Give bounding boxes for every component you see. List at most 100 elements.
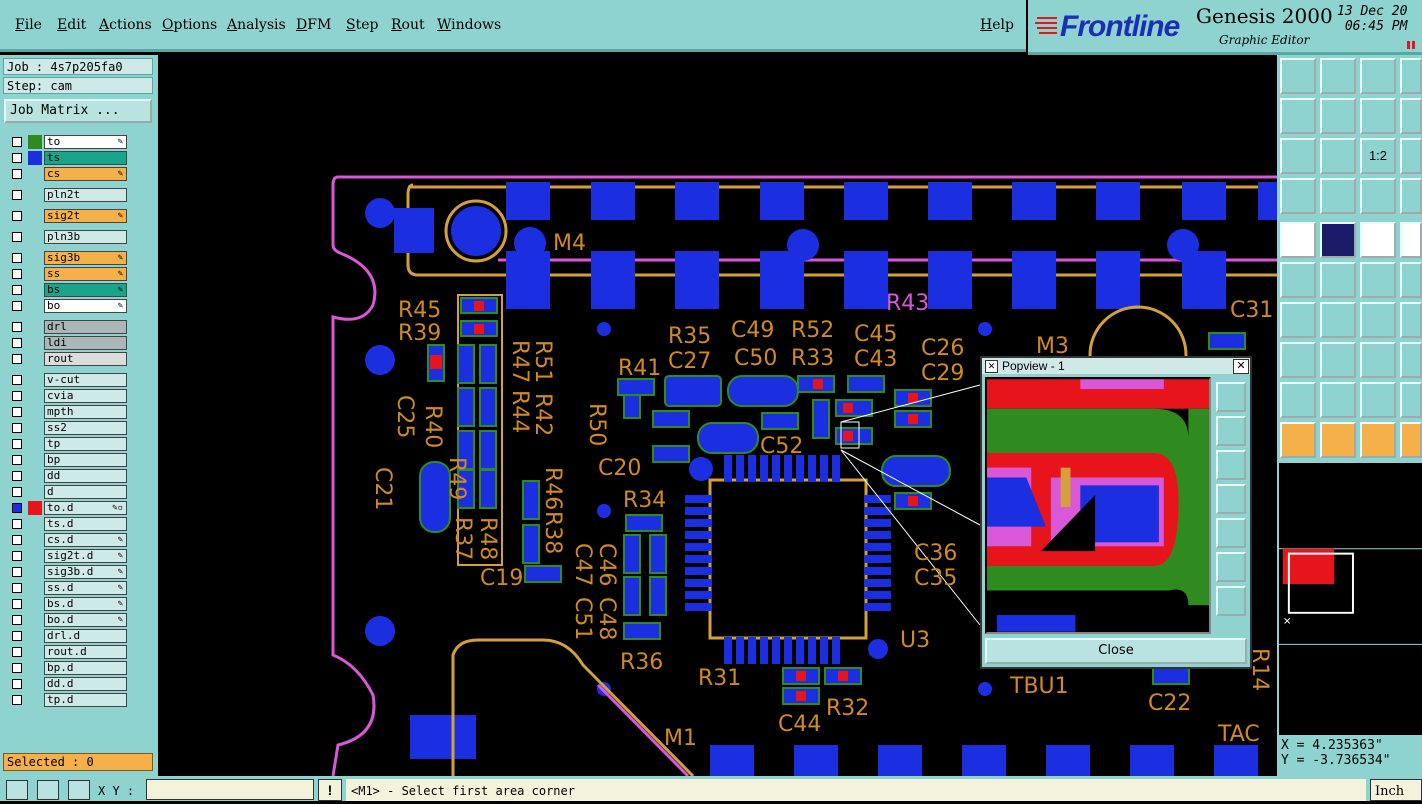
- layer-row[interactable]: cs.d ✎: [8, 533, 128, 547]
- layer-name[interactable]: bp: [44, 453, 127, 467]
- triangle-button[interactable]: [1280, 382, 1316, 418]
- toolbar-button[interactable]: [1400, 178, 1422, 214]
- layer-name[interactable]: bs.d ✎: [44, 597, 127, 611]
- layer-row[interactable]: bo.d ✎: [8, 613, 128, 627]
- slope-button[interactable]: [1320, 302, 1356, 338]
- layer-row[interactable]: mpth: [8, 405, 128, 419]
- layers-button[interactable]: [1360, 178, 1396, 214]
- layer-color-swatch[interactable]: [28, 437, 42, 451]
- layer-checkbox[interactable]: [12, 269, 22, 279]
- arc-button[interactable]: [1320, 382, 1356, 418]
- popview-pan-left-button[interactable]: [1216, 484, 1246, 514]
- layer-checkbox[interactable]: [12, 695, 22, 705]
- layer-color-swatch[interactable]: [28, 421, 42, 435]
- menu-step[interactable]: Step: [346, 17, 378, 33]
- layer-name[interactable]: ss ✎: [44, 267, 127, 281]
- layer-row[interactable]: bo ✎: [8, 299, 128, 313]
- layer-row[interactable]: tp: [8, 437, 128, 451]
- layer-row[interactable]: bs.d ✎: [8, 597, 128, 611]
- layer-color-swatch[interactable]: [28, 352, 42, 366]
- menu-options[interactable]: Options: [162, 17, 217, 33]
- delete-button[interactable]: [1320, 262, 1356, 298]
- layer-checkbox[interactable]: [12, 169, 22, 179]
- layer-color-swatch[interactable]: [28, 251, 42, 265]
- layer-color-swatch[interactable]: [28, 135, 42, 149]
- layer-row[interactable]: to.d ✎▫: [8, 501, 128, 515]
- layer-color-swatch[interactable]: [28, 693, 42, 707]
- layer-name[interactable]: cs.d ✎: [44, 533, 127, 547]
- layer-color-swatch[interactable]: [28, 320, 42, 334]
- select-feature-button[interactable]: [1280, 222, 1316, 258]
- layer-checkbox[interactable]: [12, 487, 22, 497]
- popview-zoom-out-button[interactable]: [1216, 586, 1246, 616]
- layer-checkbox[interactable]: [12, 631, 22, 641]
- layer-checkbox[interactable]: [12, 519, 22, 529]
- layer-name[interactable]: bo.d ✎: [44, 613, 127, 627]
- layer-name[interactable]: ts.d: [44, 517, 127, 531]
- layer-row[interactable]: bp: [8, 453, 128, 467]
- pointer-select-button[interactable]: [1320, 422, 1356, 458]
- layer-name[interactable]: ldi: [44, 336, 127, 350]
- layer-color-swatch[interactable]: [28, 469, 42, 483]
- toolbar-button[interactable]: [1400, 222, 1422, 258]
- menu-actions[interactable]: Actions: [99, 17, 152, 33]
- layer-row[interactable]: bs ✎: [8, 283, 128, 297]
- toolbar-button[interactable]: [1400, 382, 1422, 418]
- layer-row[interactable]: rout.d: [8, 645, 128, 659]
- layer-name[interactable]: drl.d: [44, 629, 127, 643]
- menu-windows[interactable]: Windows: [437, 17, 501, 33]
- popview-titlebar[interactable]: ✕ Popview - 1: [982, 358, 1250, 374]
- warning-button[interactable]: !: [318, 779, 342, 801]
- layer-color-swatch[interactable]: [28, 209, 42, 223]
- layer-color-swatch[interactable]: [28, 629, 42, 643]
- layer-row[interactable]: ldi: [8, 336, 128, 350]
- angle-button[interactable]: [1280, 302, 1316, 338]
- connect-button[interactable]: [1280, 262, 1316, 298]
- layer-color-swatch[interactable]: [28, 267, 42, 281]
- layer-checkbox[interactable]: [12, 375, 22, 385]
- layer-checkbox[interactable]: [12, 647, 22, 657]
- home-view-button[interactable]: [1360, 58, 1396, 94]
- snap-button[interactable]: [1320, 178, 1356, 214]
- dimension-button[interactable]: [1360, 342, 1396, 378]
- layer-row[interactable]: drl.d: [8, 629, 128, 643]
- pointer-button[interactable]: [1280, 422, 1316, 458]
- layer-checkbox[interactable]: [12, 232, 22, 242]
- layer-name[interactable]: dd.d: [44, 677, 127, 691]
- layer-name[interactable]: bp.d: [44, 661, 127, 675]
- crosshair-icon[interactable]: [68, 780, 90, 800]
- layer-checkbox[interactable]: [12, 285, 22, 295]
- layer-checkbox[interactable]: [12, 423, 22, 433]
- layer-name[interactable]: tp: [44, 437, 127, 451]
- layer-color-swatch[interactable]: [28, 661, 42, 675]
- layer-name[interactable]: sig3b.d ✎: [44, 565, 127, 579]
- layer-name[interactable]: bo ✎: [44, 299, 127, 313]
- layer-color-swatch[interactable]: [28, 405, 42, 419]
- layer-name[interactable]: sig2t ✎: [44, 209, 127, 223]
- layer-name[interactable]: rout.d: [44, 645, 127, 659]
- menu-dfm[interactable]: DFM: [296, 17, 331, 33]
- toolbar-button[interactable]: [1400, 342, 1422, 378]
- layer-row[interactable]: ss ✎: [8, 267, 128, 281]
- layer-name[interactable]: drl: [44, 320, 127, 334]
- layer-name[interactable]: d: [44, 485, 127, 499]
- layer-checkbox[interactable]: [12, 583, 22, 593]
- layer-row[interactable]: pln2t: [8, 188, 128, 202]
- rotate-button[interactable]: [1360, 302, 1396, 338]
- toolbar-button[interactable]: [1400, 98, 1422, 134]
- move-button[interactable]: [1360, 262, 1396, 298]
- layer-color-swatch[interactable]: [28, 501, 42, 515]
- ruler-icon[interactable]: [1360, 222, 1396, 258]
- layer-color-swatch[interactable]: [28, 517, 42, 531]
- layer-checkbox[interactable]: [12, 338, 22, 348]
- layer-name[interactable]: v-cut: [44, 373, 127, 387]
- layer-color-swatch[interactable]: [28, 373, 42, 387]
- layer-row[interactable]: drl: [8, 320, 128, 334]
- layer-color-swatch[interactable]: [28, 188, 42, 202]
- popview-pan-down-button[interactable]: [1216, 450, 1246, 480]
- close-icon[interactable]: ✕: [1233, 359, 1249, 374]
- popview-zoom-in-button[interactable]: [1216, 552, 1246, 582]
- menu-help[interactable]: Help: [980, 17, 1014, 33]
- layer-checkbox[interactable]: [12, 137, 22, 147]
- zoom-home-button[interactable]: [1280, 58, 1316, 94]
